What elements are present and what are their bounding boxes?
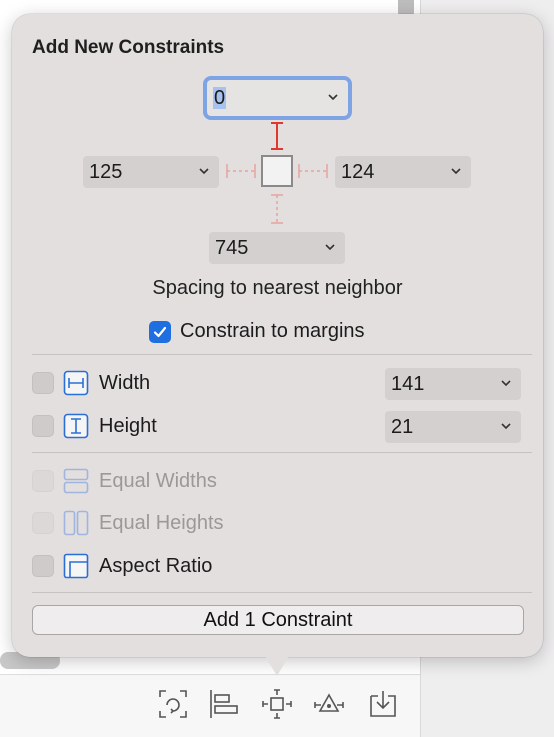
height-value: 21	[391, 416, 414, 438]
divider	[32, 354, 532, 355]
right-spacing-value: 124	[341, 161, 375, 183]
add-constraints-popover: Add New Constraints 0 125 124 745 Spacin…	[12, 14, 543, 657]
aspect-ratio-checkbox[interactable]	[32, 555, 54, 577]
constrain-to-margins-row[interactable]: Constrain to margins	[149, 320, 365, 343]
height-constraint-icon	[63, 413, 89, 439]
divider	[32, 452, 532, 453]
add-constraints-icon[interactable]	[261, 688, 293, 720]
selected-view-box	[261, 155, 293, 187]
add-constraints-button[interactable]: Add 1 Constraint	[32, 605, 524, 635]
equal-heights-icon	[63, 510, 89, 536]
popover-title: Add New Constraints	[32, 37, 225, 58]
bottom-constraint-strut[interactable]	[267, 192, 287, 226]
equal-widths-row: Equal Widths	[32, 468, 217, 494]
aspect-ratio-row[interactable]: Aspect Ratio	[32, 553, 212, 579]
left-spacing-field[interactable]: 125	[83, 156, 219, 188]
top-spacing-value: 0	[213, 87, 227, 109]
height-row[interactable]: Height	[32, 413, 157, 439]
bottom-spacing-value: 745	[215, 237, 249, 259]
spacing-description: Spacing to nearest neighbor	[152, 277, 403, 299]
height-value-field[interactable]: 21	[385, 411, 521, 443]
chevron-down-icon[interactable]	[500, 420, 512, 432]
aspect-ratio-icon	[63, 553, 89, 579]
equal-heights-checkbox	[32, 512, 54, 534]
equal-widths-icon	[63, 468, 89, 494]
constrain-to-margins-label: Constrain to margins	[180, 320, 365, 342]
chevron-down-icon[interactable]	[500, 377, 512, 389]
constrain-to-margins-checkbox[interactable]	[149, 320, 171, 343]
popover-arrow	[264, 654, 290, 676]
resolve-issues-icon[interactable]	[313, 688, 345, 720]
right-spacing-field[interactable]: 124	[335, 156, 471, 188]
left-spacing-value: 125	[89, 161, 123, 183]
equal-heights-label: Equal Heights	[99, 511, 224, 534]
chevron-down-icon[interactable]	[324, 241, 336, 253]
width-checkbox[interactable]	[32, 372, 54, 394]
chevron-down-icon[interactable]	[450, 165, 462, 177]
align-icon[interactable]	[208, 688, 240, 720]
aspect-ratio-label: Aspect Ratio	[99, 554, 213, 577]
embed-in-icon[interactable]	[367, 688, 399, 720]
update-frames-icon[interactable]	[157, 688, 189, 720]
chevron-down-icon[interactable]	[327, 91, 339, 103]
width-value-field[interactable]: 141	[385, 368, 521, 400]
bottom-spacing-field[interactable]: 745	[209, 232, 345, 264]
top-constraint-strut[interactable]	[267, 120, 287, 152]
height-checkbox[interactable]	[32, 415, 54, 437]
width-value: 141	[391, 373, 425, 395]
equal-widths-checkbox	[32, 470, 54, 492]
right-constraint-strut[interactable]	[297, 160, 329, 182]
equal-heights-row: Equal Heights	[32, 510, 224, 536]
width-label: Width	[99, 371, 151, 394]
equal-widths-label: Equal Widths	[99, 469, 217, 492]
top-spacing-field[interactable]: 0	[203, 76, 352, 120]
height-label: Height	[99, 414, 157, 437]
width-row[interactable]: Width	[32, 370, 150, 396]
width-constraint-icon	[63, 370, 89, 396]
divider	[32, 592, 532, 593]
left-constraint-strut[interactable]	[225, 160, 257, 182]
checkmark-icon	[153, 326, 167, 337]
chevron-down-icon[interactable]	[198, 165, 210, 177]
